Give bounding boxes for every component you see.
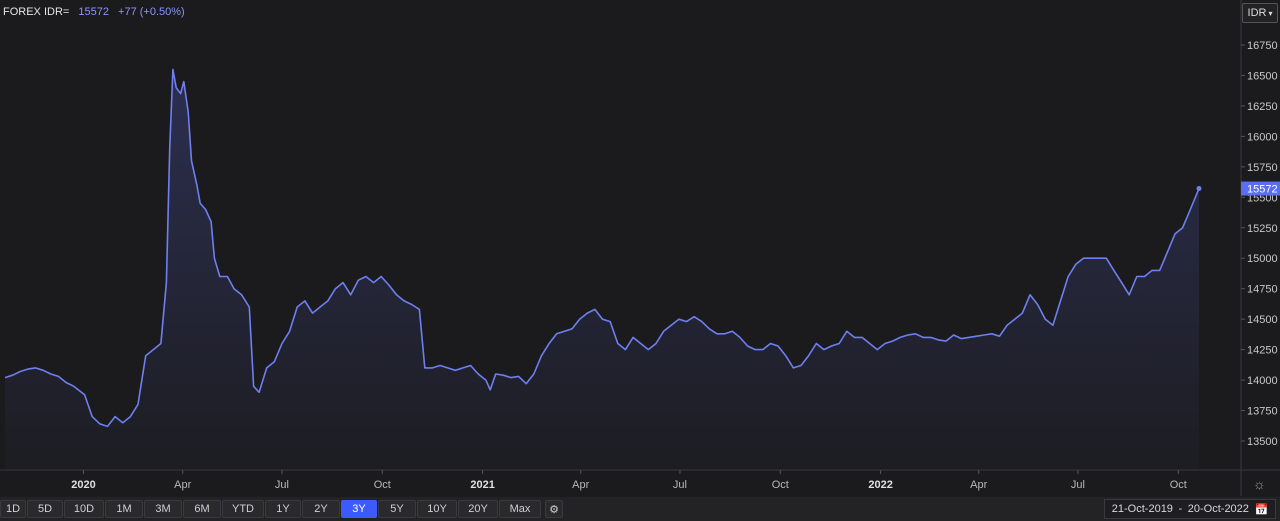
range-button-1m[interactable]: 1M (105, 500, 143, 518)
range-button-2y[interactable]: 2Y (302, 500, 340, 518)
x-tick-label: 2020 (71, 479, 95, 491)
series-area (5, 69, 1199, 471)
range-button-10d[interactable]: 10D (64, 500, 104, 518)
chart-settings-icon[interactable]: ☼ (1253, 476, 1266, 492)
y-tick-label: 15750 (1247, 162, 1278, 174)
y-tick-label: 16000 (1247, 131, 1278, 143)
range-button-max[interactable]: Max (499, 500, 541, 518)
range-button-ytd[interactable]: YTD (222, 500, 264, 518)
y-tick-label: 14500 (1247, 314, 1278, 326)
x-tick-label: Jul (1071, 479, 1085, 491)
y-tick-label: 13500 (1247, 436, 1278, 448)
chevron-down-icon: ▾ (1268, 8, 1273, 18)
y-tick-label: 15000 (1247, 253, 1278, 265)
price-chart[interactable]: 13500 13750 14000 14250 14500 14750 15000 15250… (0, 0, 1280, 496)
range-button-3y[interactable]: 3Y (341, 500, 377, 518)
x-tick-label: Apr (572, 479, 589, 491)
x-tick-label: Oct (374, 479, 391, 491)
date-start: 21-Oct-2019 (1111, 503, 1173, 515)
last-price: 15572 (78, 6, 109, 18)
x-tick-label: Jul (673, 479, 687, 491)
y-tick-label: 14250 (1247, 345, 1278, 357)
range-button-20y[interactable]: 20Y (458, 500, 498, 518)
date-end: 20-Oct-2022 (1187, 503, 1249, 515)
range-button-10y[interactable]: 10Y (417, 500, 457, 518)
y-tick-label: 16250 (1247, 101, 1278, 113)
gear-icon: ⚙ (549, 503, 559, 516)
range-button-1d[interactable]: 1D (0, 500, 26, 518)
range-button-5d[interactable]: 5D (27, 500, 63, 518)
symbol-header: FOREX IDR= 15572 +77 (+0.50%) (3, 6, 185, 18)
x-tick-label: Oct (772, 479, 789, 491)
y-tick-label: 14750 (1247, 284, 1278, 296)
x-tick-label: Apr (970, 479, 987, 491)
range-button-3m[interactable]: 3M (144, 500, 182, 518)
range-button-5y[interactable]: 5Y (378, 500, 416, 518)
y-tick-label: 15250 (1247, 223, 1278, 235)
currency-dropdown[interactable]: IDR ▾ (1242, 3, 1278, 23)
last-value-label: 15572 (1247, 184, 1278, 196)
y-tick-label: 16500 (1247, 70, 1278, 82)
y-tick-label: 14000 (1247, 375, 1278, 387)
x-tick-label: 2021 (470, 479, 494, 491)
x-tick-label: Oct (1170, 479, 1187, 491)
range-button-6m[interactable]: 6M (183, 500, 221, 518)
y-tick-label: 13750 (1247, 406, 1278, 418)
y-tick-label: 16750 (1247, 40, 1278, 52)
range-button-1y[interactable]: 1Y (265, 500, 301, 518)
x-tick-label: Jul (275, 479, 289, 491)
price-change: +77 (+0.50%) (118, 6, 185, 18)
settings-button[interactable]: ⚙ (545, 500, 563, 518)
x-tick-label: 2022 (868, 479, 892, 491)
symbol-name: FOREX IDR= (3, 6, 70, 18)
calendar-icon[interactable]: 📅 (1255, 503, 1269, 516)
x-tick-label: Apr (174, 479, 191, 491)
date-range-picker[interactable]: 21-Oct-2019 - 20-Oct-2022 📅 (1104, 499, 1276, 519)
last-point-marker (1196, 186, 1202, 192)
currency-label: IDR (1247, 7, 1267, 19)
date-separator: - (1178, 503, 1183, 515)
